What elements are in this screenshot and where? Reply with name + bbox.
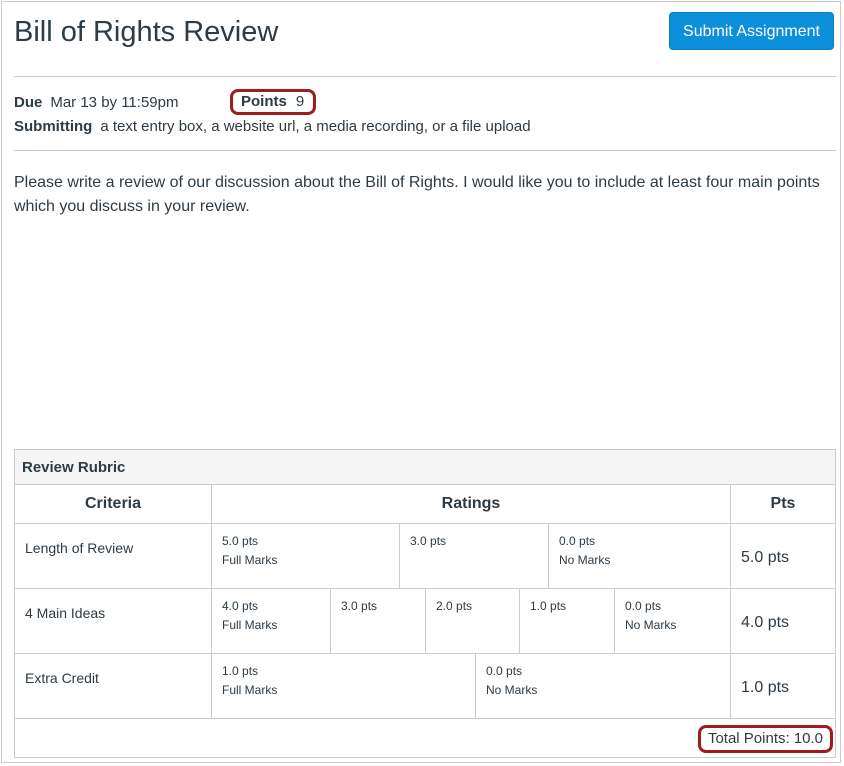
rating-pts: 3.0 pts [341,599,378,613]
criterion-points: 5.0 pts [731,524,835,589]
due-label: Due [14,94,43,111]
rating-pts: 1.0 pts [530,599,567,613]
rating-desc: Full Marks [222,683,278,697]
rating-desc: No Marks [486,683,538,697]
assignment-description: Please write a review of our discussion … [14,174,820,215]
rating-pts: 0.0 pts [625,599,662,613]
rating-pts: 2.0 pts [436,599,473,613]
rating-pts: 4.0 pts [222,599,259,613]
criteria-header: Criteria [15,485,212,524]
due-info: Due Mar 13 by 11:59pm [14,93,178,113]
assignment-page: Bill of Rights Review Submit Assignment … [1,1,841,763]
rating-cell[interactable]: 1.0 pts Full Marks [212,654,476,719]
rating-cell[interactable]: 0.0 pts No Marks [549,524,731,589]
criterion-length-of-review: Length of Review [15,524,212,589]
rubric-table: Review Rubric Criteria Ratings Pts Lengt… [14,449,836,758]
submitting-label: Submitting [14,118,93,135]
criterion-points: 4.0 pts [731,589,835,654]
rating-pts: 5.0 pts [222,534,259,548]
rubric-total-points: Total Points: 10.0 [698,725,833,753]
rating-cell[interactable]: 4.0 pts Full Marks [212,589,331,654]
criterion-points: 1.0 pts [731,654,835,719]
rating-pts: 0.0 pts [486,664,523,678]
rating-cell[interactable]: 0.0 pts No Marks [615,589,731,654]
divider [14,150,836,151]
criterion-4-main-ideas: 4 Main Ideas [15,589,212,654]
pts-header: Pts [731,485,835,524]
rating-desc: No Marks [625,618,677,632]
rating-cell[interactable]: 0.0 pts No Marks [476,654,731,719]
submitting-info: Submitting a text entry box, a website ur… [14,117,531,137]
points-label: Points [241,93,287,110]
rating-cell[interactable]: 2.0 pts [426,589,520,654]
rating-pts: 3.0 pts [410,534,447,548]
submit-assignment-button[interactable]: Submit Assignment [669,12,834,50]
rating-pts: 0.0 pts [559,534,596,548]
ratings-header: Ratings [212,485,731,524]
divider [14,76,836,77]
points-value: 9 [295,93,305,110]
rating-pts: 1.0 pts [222,664,259,678]
rubric-title: Review Rubric [15,450,835,485]
rating-cell[interactable]: 5.0 pts Full Marks [212,524,400,589]
rating-desc: No Marks [559,553,611,567]
submitting-value: a text entry box, a website url, a media… [100,118,531,135]
rating-cell[interactable]: 1.0 pts [520,589,615,654]
rating-desc: Full Marks [222,618,278,632]
page-title: Bill of Rights Review [14,16,279,48]
criterion-extra-credit: Extra Credit [15,654,212,719]
due-value: Mar 13 by 11:59pm [50,94,179,111]
rating-desc: Full Marks [222,553,278,567]
rating-cell[interactable]: 3.0 pts [400,524,549,589]
rating-cell[interactable]: 3.0 pts [331,589,426,654]
points-info: Points 9 [230,89,316,115]
